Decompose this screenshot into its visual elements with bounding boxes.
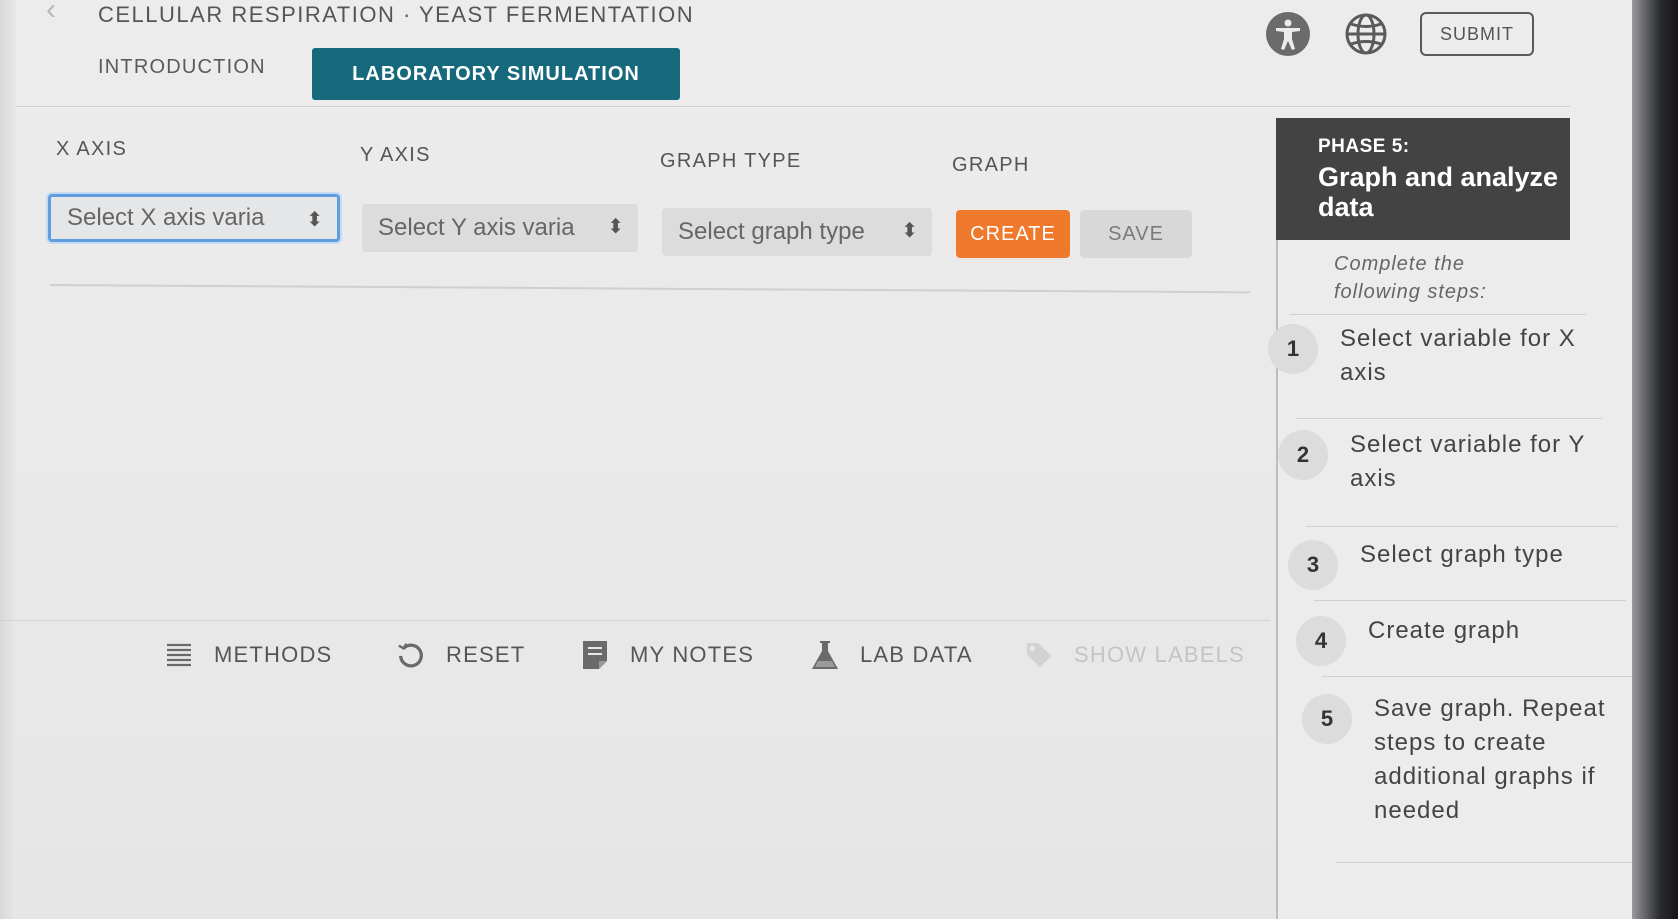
- step-divider: [1296, 418, 1602, 419]
- lab-data-label: LAB DATA: [860, 642, 973, 667]
- save-button[interactable]: SAVE: [1080, 210, 1192, 258]
- show-labels-button[interactable]: SHOW LABELS: [1024, 640, 1245, 670]
- step-divider: [1306, 526, 1618, 527]
- show-labels-label: SHOW LABELS: [1074, 642, 1245, 667]
- step-divider: [1314, 600, 1626, 601]
- phase-header: PHASE 5: Graph and analyze data: [1276, 118, 1570, 240]
- step-number: 1: [1268, 324, 1318, 374]
- step-item: 1 Select variable for X axis: [1268, 324, 1588, 390]
- step-number: 3: [1288, 540, 1338, 590]
- notes-icon: [580, 640, 610, 670]
- step-text: Create graph: [1368, 617, 1521, 644]
- phase-number: PHASE 5:: [1318, 136, 1410, 157]
- step-item: 5 Save graph. Repeat steps to create add…: [1302, 694, 1632, 828]
- tab-bar: INTRODUCTION LABORATORY SIMULATION: [16, 44, 1570, 107]
- step-divider: [1290, 314, 1586, 315]
- step-text: Select graph type: [1360, 541, 1564, 568]
- updown-chevron-icon: ⬍: [607, 216, 624, 238]
- step-item: 2 Select variable for Y axis: [1278, 430, 1608, 496]
- step-number: 5: [1302, 694, 1352, 744]
- page-title: CELLULAR RESPIRATION · YEAST FERMENTATIO…: [98, 2, 695, 27]
- back-chevron-icon[interactable]: ‹: [46, 0, 72, 26]
- flask-icon: [810, 640, 840, 670]
- reset-label: RESET: [446, 642, 526, 667]
- tab-introduction[interactable]: INTRODUCTION: [98, 56, 266, 79]
- step-item: 3 Select graph type: [1288, 540, 1628, 590]
- reset-icon: [396, 640, 426, 670]
- phase-title: Graph and analyze data: [1318, 162, 1559, 222]
- lab-data-button[interactable]: LAB DATA: [810, 640, 973, 670]
- tag-icon: [1024, 640, 1054, 670]
- x-axis-label: X AXIS: [56, 138, 128, 160]
- graph-type-select-value: Select graph type: [678, 218, 865, 245]
- step-item: 4 Create graph: [1296, 616, 1636, 666]
- y-axis-select-value: Select Y axis varia: [378, 214, 575, 241]
- updown-chevron-icon: ⬍: [306, 209, 323, 231]
- step-text: Select variable for X axis: [1340, 325, 1576, 386]
- step-divider: [1322, 676, 1632, 677]
- methods-label: METHODS: [214, 642, 333, 667]
- reset-button[interactable]: RESET: [396, 640, 525, 670]
- y-axis-select[interactable]: Select Y axis varia ⬍: [362, 204, 638, 252]
- tab-laboratory-simulation[interactable]: LABORATORY SIMULATION: [312, 48, 680, 100]
- step-text: Save graph. Repeat steps to create addit…: [1374, 695, 1606, 824]
- screen-bezel-left: [0, 0, 16, 919]
- step-divider: [1336, 862, 1632, 863]
- create-button[interactable]: CREATE: [956, 210, 1070, 258]
- step-number: 2: [1278, 430, 1328, 480]
- methods-button[interactable]: METHODS: [164, 640, 332, 670]
- graph-label: GRAPH: [952, 154, 1030, 176]
- graph-type-select[interactable]: Select graph type ⬍: [662, 208, 932, 256]
- updown-chevron-icon: ⬍: [901, 220, 918, 242]
- step-text: Select variable for Y axis: [1350, 431, 1585, 492]
- step-number: 4: [1296, 616, 1346, 666]
- x-axis-select[interactable]: Select X axis varia ⬍: [48, 194, 340, 242]
- my-notes-button[interactable]: MY NOTES: [580, 640, 754, 670]
- steps-intro: Complete the following steps:: [1334, 253, 1487, 303]
- graph-type-label: GRAPH TYPE: [660, 150, 802, 172]
- y-axis-label: Y AXIS: [360, 144, 431, 166]
- screen-bezel-right: [1632, 0, 1678, 919]
- list-lines-icon: [164, 640, 194, 670]
- my-notes-label: MY NOTES: [630, 642, 755, 667]
- toolbar-divider: [0, 620, 1270, 621]
- x-axis-select-value: Select X axis varia: [67, 204, 265, 231]
